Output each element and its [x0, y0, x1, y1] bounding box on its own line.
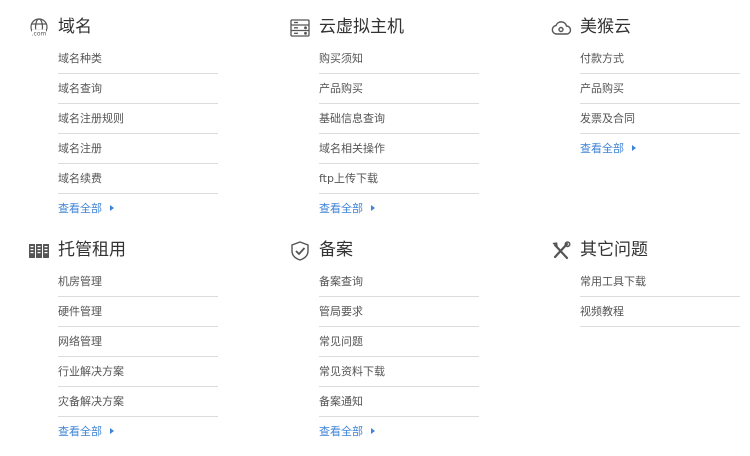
section-hosting-rental: 托管租用 机房管理 硬件管理 网络管理 行业解决方案 灾备解决方案 查看全部: [28, 237, 228, 447]
svg-text:.com: .com: [32, 31, 47, 38]
list-item[interactable]: 常见资料下载: [319, 357, 479, 387]
arrow-right-icon: [110, 205, 114, 211]
list-item[interactable]: 行业解决方案: [58, 357, 218, 387]
link-list: 机房管理 硬件管理 网络管理 行业解决方案 灾备解决方案: [58, 267, 218, 417]
list-item[interactable]: 备案查询: [319, 267, 479, 297]
list-item[interactable]: 域名种类: [58, 44, 218, 74]
server-host-icon: [289, 17, 311, 39]
list-item[interactable]: 常用工具下载: [580, 267, 740, 297]
tools-icon: [550, 240, 572, 262]
view-all-label: 查看全部: [58, 425, 102, 438]
list-item[interactable]: 域名续费: [58, 164, 218, 194]
link-list: 常用工具下载 视频教程: [580, 267, 740, 327]
section-meihou-cloud: 美猴云 付款方式 产品购买 发票及合同 查看全部: [550, 14, 750, 164]
section-header: 托管租用: [28, 237, 228, 267]
link-list: 域名种类 域名查询 域名注册规则 域名注册 域名续费: [58, 44, 218, 194]
section-header: .com 域名: [28, 14, 228, 44]
view-all-label: 查看全部: [319, 425, 363, 438]
section-header: 其它问题: [550, 237, 750, 267]
shield-check-icon: [289, 240, 311, 262]
server-rack-icon: [28, 240, 50, 262]
link-list: 购买须知 产品购买 基础信息查询 域名相关操作 ftp上传下载: [319, 44, 479, 194]
arrow-right-icon: [371, 205, 375, 211]
list-item[interactable]: ftp上传下载: [319, 164, 479, 194]
arrow-right-icon: [371, 428, 375, 434]
list-item[interactable]: 产品购买: [319, 74, 479, 104]
list-item[interactable]: 购买须知: [319, 44, 479, 74]
list-item[interactable]: 网络管理: [58, 327, 218, 357]
section-domain: .com 域名 域名种类 域名查询 域名注册规则 域名注册 域名续费 查看全部: [28, 14, 228, 224]
section-title: 美猴云: [580, 17, 631, 37]
view-all-label: 查看全部: [58, 202, 102, 215]
view-all-link[interactable]: 查看全部: [319, 194, 489, 224]
list-item[interactable]: 管局要求: [319, 297, 479, 327]
list-item[interactable]: 视频教程: [580, 297, 740, 327]
list-item[interactable]: 硬件管理: [58, 297, 218, 327]
view-all-link[interactable]: 查看全部: [58, 194, 228, 224]
section-other-questions: 其它问题 常用工具下载 视频教程: [550, 237, 750, 327]
section-title: 云虚拟主机: [319, 17, 404, 37]
section-title: 备案: [319, 240, 353, 260]
list-item[interactable]: 域名相关操作: [319, 134, 479, 164]
list-item[interactable]: 域名注册: [58, 134, 218, 164]
list-item[interactable]: 灾备解决方案: [58, 387, 218, 417]
arrow-right-icon: [110, 428, 114, 434]
section-title: 托管租用: [58, 240, 126, 260]
section-header: 美猴云: [550, 14, 750, 44]
list-item[interactable]: 域名查询: [58, 74, 218, 104]
view-all-link[interactable]: 查看全部: [580, 134, 750, 164]
cloud-icon: [550, 17, 572, 39]
view-all-label: 查看全部: [580, 142, 624, 155]
view-all-link[interactable]: 查看全部: [58, 417, 228, 447]
view-all-label: 查看全部: [319, 202, 363, 215]
section-filing: 备案 备案查询 管局要求 常见问题 常见资料下载 备案通知 查看全部: [289, 237, 489, 447]
globe-com-icon: .com: [28, 17, 50, 39]
list-item[interactable]: 机房管理: [58, 267, 218, 297]
list-item[interactable]: 常见问题: [319, 327, 479, 357]
section-title: 其它问题: [580, 240, 648, 260]
list-item[interactable]: 发票及合同: [580, 104, 740, 134]
section-header: 云虚拟主机: [289, 14, 489, 44]
section-title: 域名: [58, 17, 92, 37]
list-item[interactable]: 域名注册规则: [58, 104, 218, 134]
list-item[interactable]: 产品购买: [580, 74, 740, 104]
view-all-link[interactable]: 查看全部: [319, 417, 489, 447]
list-item[interactable]: 付款方式: [580, 44, 740, 74]
link-list: 备案查询 管局要求 常见问题 常见资料下载 备案通知: [319, 267, 479, 417]
link-list: 付款方式 产品购买 发票及合同: [580, 44, 740, 134]
section-header: 备案: [289, 237, 489, 267]
list-item[interactable]: 备案通知: [319, 387, 479, 417]
arrow-right-icon: [632, 145, 636, 151]
list-item[interactable]: 基础信息查询: [319, 104, 479, 134]
section-virtual-host: 云虚拟主机 购买须知 产品购买 基础信息查询 域名相关操作 ftp上传下载 查看…: [289, 14, 489, 224]
